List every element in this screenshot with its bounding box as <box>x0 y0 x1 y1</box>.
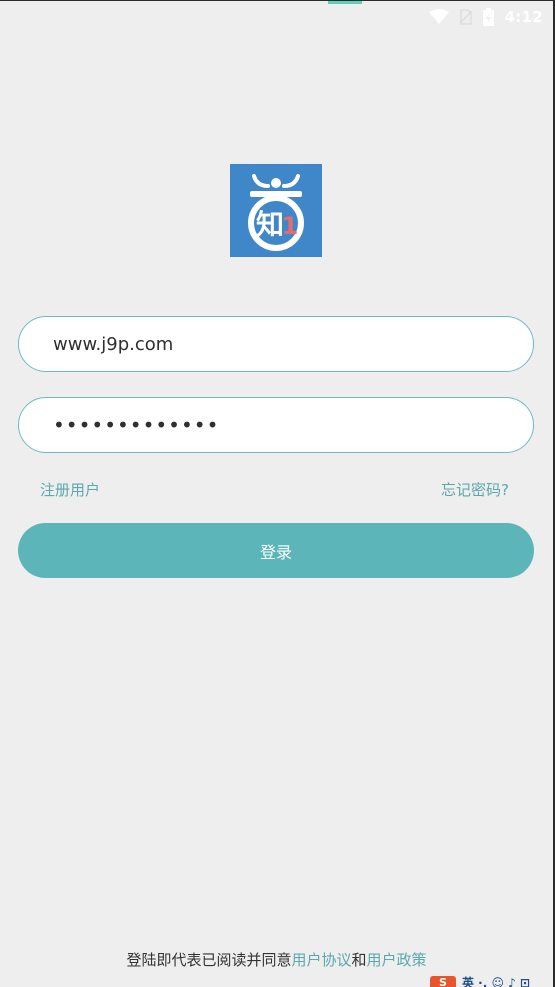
password-field[interactable] <box>18 397 534 453</box>
username-input[interactable] <box>53 333 533 355</box>
agreement-text: 登陆即代表已阅读并同意用户协议和用户政策 <box>0 949 553 970</box>
ime-status[interactable]: 英 ·, ☺ ♪ ⊡ <box>462 976 530 987</box>
password-input[interactable] <box>53 413 533 437</box>
status-indicator <box>328 1 362 4</box>
wifi-icon <box>429 9 450 24</box>
status-time: 4:12 <box>504 8 543 26</box>
agreement-conjunction: 和 <box>351 951 367 969</box>
logo-glyph: 知 <box>256 208 284 241</box>
agreement-prefix: 登陆即代表已阅读并同意 <box>126 951 292 969</box>
register-link[interactable]: 注册用户 <box>40 479 100 500</box>
login-screen: 4:12 知 1 注册用户 忘记密码? 登录 登陆即代表已阅读并同意用户协议和用… <box>0 0 555 987</box>
battery-icon <box>483 8 495 26</box>
user-agreement-link[interactable]: 用户协议 <box>291 951 351 969</box>
logo-numeral: 1 <box>282 212 299 240</box>
status-bar: 4:12 <box>0 1 553 33</box>
status-icons: 4:12 <box>429 7 543 27</box>
ime-logo-icon[interactable]: S <box>430 976 456 987</box>
username-field[interactable] <box>18 316 534 372</box>
login-button[interactable]: 登录 <box>18 523 534 578</box>
forgot-password-link[interactable]: 忘记密码? <box>441 479 509 500</box>
user-policy-link[interactable]: 用户政策 <box>367 951 427 969</box>
logo-mark-icon: 知 1 <box>230 164 322 257</box>
no-sim-icon <box>459 9 474 25</box>
ime-toolbar: S 英 ·, ☺ ♪ ⊡ <box>430 976 555 987</box>
app-logo: 知 1 <box>230 164 322 257</box>
